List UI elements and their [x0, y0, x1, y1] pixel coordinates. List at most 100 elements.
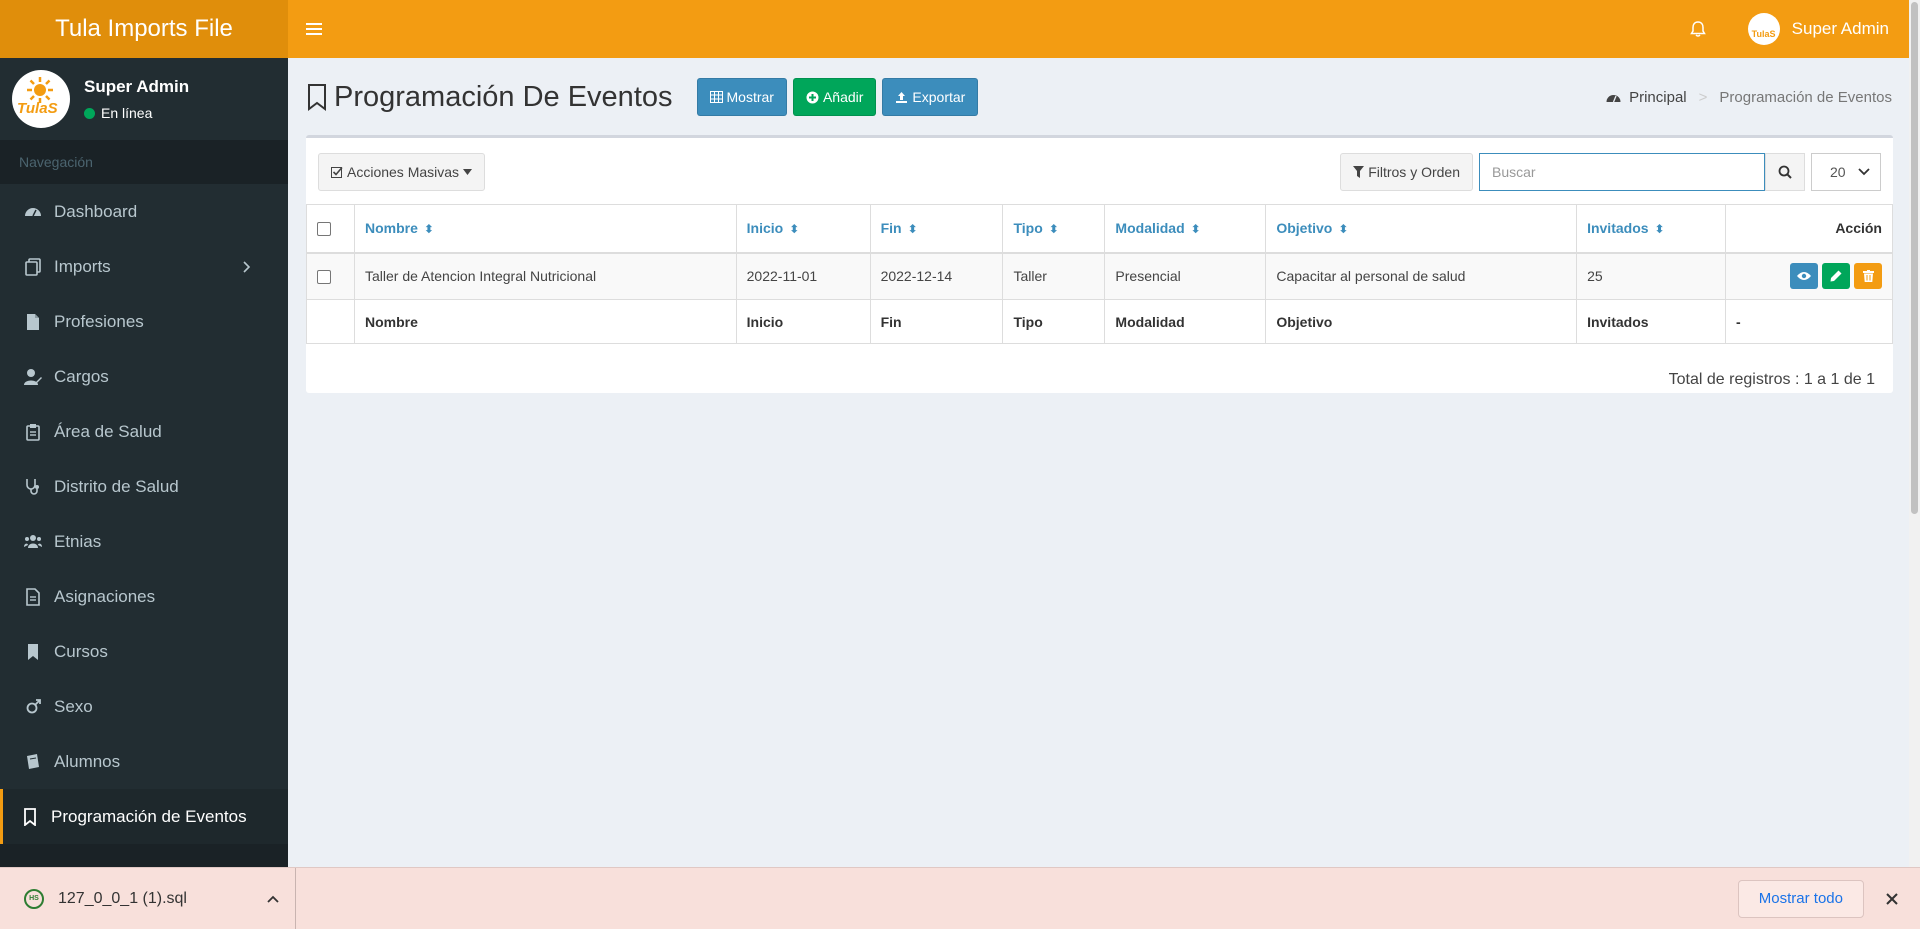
table-footer-row: Nombre Inicio Fin Tipo Modalidad Objetiv… — [306, 299, 1893, 344]
user-menu[interactable]: TulaS Super Admin — [1728, 0, 1909, 58]
chevron-up-icon[interactable] — [267, 895, 279, 903]
filters-button[interactable]: Filtros y Orden — [1340, 153, 1473, 191]
sidebar-item-cursos[interactable]: Cursos — [0, 624, 288, 679]
close-icon[interactable] — [1864, 892, 1920, 905]
chevron-right-icon — [243, 260, 251, 273]
download-bar: HS 127_0_0_1 (1).sql Mostrar todo — [0, 867, 1920, 929]
row-checkbox[interactable] — [317, 270, 331, 285]
sort-icon: ⬍ — [1654, 222, 1665, 237]
cell-modalidad: Presencial — [1104, 252, 1267, 300]
sort-icon: ⬍ — [907, 222, 918, 237]
per-page-value: 20 — [1830, 164, 1846, 180]
search-input[interactable] — [1479, 153, 1765, 191]
online-status-text: En línea — [101, 105, 153, 121]
bookmark-outline-icon — [24, 807, 36, 826]
column-label: Invitados — [1587, 220, 1649, 237]
edit-button[interactable] — [1822, 263, 1850, 290]
sidebar-item-etnias[interactable]: Etnias — [0, 514, 288, 569]
nav-header: Navegación — [0, 140, 288, 184]
page-title-text: Programación De Eventos — [334, 80, 673, 113]
user-edit-icon — [24, 368, 42, 385]
sidebar-item-label: Área de Salud — [54, 421, 162, 441]
app-logo[interactable]: Tula Imports File — [0, 0, 288, 58]
cell-inicio: 2022-11-01 — [735, 252, 871, 300]
column-header-modalidad[interactable]: Modalidad ⬍ — [1104, 204, 1267, 254]
copy-icon — [25, 257, 41, 276]
sidebar-item-distrito-salud[interactable]: Distrito de Salud — [0, 459, 288, 514]
sidebar-item-dashboard[interactable]: Dashboard — [0, 184, 288, 239]
clipboard-icon — [26, 423, 40, 441]
sidebar-item-area-salud[interactable]: Área de Salud — [0, 404, 288, 459]
download-item[interactable]: HS 127_0_0_1 (1).sql — [0, 867, 296, 929]
search-button[interactable] — [1765, 153, 1805, 191]
column-label: Tipo — [1013, 220, 1043, 237]
per-page-select[interactable]: 20 — [1811, 153, 1881, 191]
page-scrollbar[interactable] — [1909, 0, 1920, 867]
filter-icon — [1353, 166, 1365, 178]
content-header: Programación De Eventos Mostrar Añadir E… — [306, 74, 1892, 120]
footer-modalidad: Modalidad — [1104, 299, 1267, 344]
filters-label: Filtros y Orden — [1368, 164, 1460, 180]
plus-circle-icon — [806, 91, 819, 103]
table-header-row: Nombre ⬍ Inicio ⬍ Fin ⬍ Tipo ⬍ Modalidad ⬍ Ob… — [306, 204, 1893, 254]
cell-fin: 2022-12-14 — [869, 252, 1004, 300]
check-square-icon — [331, 166, 343, 178]
cell-invitados: 25 — [1576, 252, 1727, 300]
scrollbar-thumb[interactable] — [1911, 2, 1918, 514]
delete-button[interactable] — [1854, 263, 1882, 290]
show-button[interactable]: Mostrar — [696, 78, 787, 116]
table-row: Taller de Atencion Integral Nutricional … — [306, 252, 1893, 300]
file-icon — [27, 313, 39, 330]
sidebar-item-label: Dashboard — [54, 201, 138, 221]
column-header-nombre[interactable]: Nombre ⬍ — [353, 204, 737, 254]
add-button[interactable]: Añadir — [792, 78, 877, 116]
select-all-checkbox[interactable] — [317, 222, 331, 237]
footer-nombre: Nombre — [353, 299, 737, 344]
cell-nombre: Taller de Atencion Integral Nutricional — [353, 252, 737, 300]
dashboard-icon — [25, 207, 41, 216]
breadcrumb-current: Programación de Eventos — [1719, 88, 1892, 106]
breadcrumb-home[interactable]: Principal — [1629, 89, 1687, 106]
sidebar-item-profesiones[interactable]: Profesiones — [0, 294, 288, 349]
column-header-inicio[interactable]: Inicio ⬍ — [735, 204, 871, 254]
column-header-objetivo[interactable]: Objetivo ⬍ — [1265, 204, 1578, 254]
bookmark-outline-icon — [308, 84, 326, 111]
export-button[interactable]: Exportar — [882, 78, 979, 116]
bulk-actions-button[interactable]: Acciones Masivas — [318, 153, 486, 191]
cell-objetivo: Capacitar al personal de salud — [1265, 252, 1578, 300]
sidebar-item-sexo[interactable]: Sexo — [0, 679, 288, 734]
footer-tipo: Tipo — [1002, 299, 1106, 344]
dashboard-icon — [1606, 95, 1621, 103]
column-header-fin[interactable]: Fin ⬍ — [869, 204, 1004, 254]
sidebar-item-programacion-eventos[interactable]: Programación de Eventos — [0, 789, 288, 844]
footer-objetivo: Objetivo — [1265, 299, 1578, 344]
sidebar-toggle-icon[interactable] — [288, 0, 340, 58]
user-avatar-small: TulaS — [1747, 13, 1780, 45]
search-icon — [1778, 165, 1792, 179]
caret-down-icon — [463, 169, 473, 175]
view-button[interactable] — [1790, 263, 1818, 290]
stethoscope-icon — [26, 478, 39, 495]
sidebar-item-cargos[interactable]: Cargos — [0, 349, 288, 404]
sidebar-user-name: Super Admin — [84, 77, 190, 96]
online-status: En línea — [84, 105, 189, 121]
chevron-down-icon — [1858, 168, 1870, 176]
sidebar-item-alumnos[interactable]: Alumnos — [0, 734, 288, 789]
sidebar-item-imports[interactable]: Imports — [0, 239, 288, 294]
show-all-downloads-button[interactable]: Mostrar todo — [1737, 879, 1864, 918]
sidebar-item-asignaciones[interactable]: Asignaciones — [0, 569, 288, 624]
notifications-bell-icon[interactable] — [1668, 0, 1728, 58]
user-panel: TulaS Super Admin En línea — [0, 58, 288, 140]
sidebar-item-label: Profesiones — [54, 311, 144, 331]
column-header-invitados[interactable]: Invitados ⬍ — [1576, 204, 1727, 254]
sidebar-item-label: Sexo — [54, 696, 93, 716]
sort-icon: ⬍ — [1048, 222, 1059, 237]
user-avatar: TulaS — [12, 70, 70, 128]
download-file-name: 127_0_0_1 (1).sql — [58, 889, 187, 907]
upload-icon — [896, 91, 908, 103]
user-menu-name: Super Admin — [1791, 19, 1889, 38]
column-label: Objetivo — [1276, 220, 1333, 237]
column-header-tipo[interactable]: Tipo ⬍ — [1002, 204, 1106, 254]
column-label: Inicio — [746, 220, 784, 237]
column-label: Modalidad — [1115, 220, 1185, 237]
